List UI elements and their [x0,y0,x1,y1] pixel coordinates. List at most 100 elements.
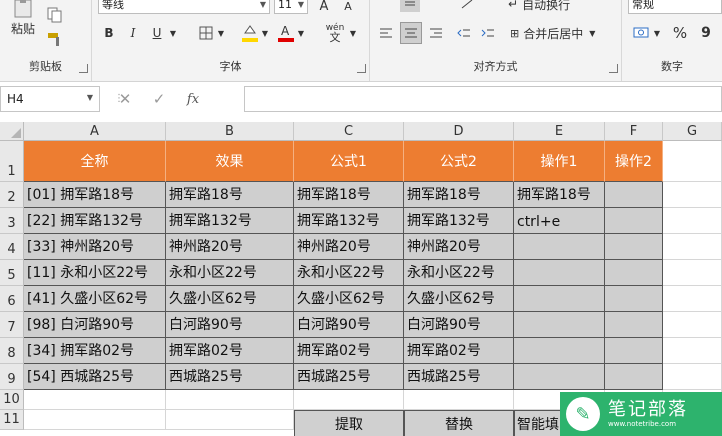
align-left-icon[interactable] [376,24,396,42]
row-header-3[interactable]: 3 [0,208,24,234]
table-cell[interactable]: 永和小区22号 [294,260,404,286]
alignment-launcher-icon[interactable] [609,64,618,73]
font-size-select[interactable]: 11 ▼ [274,0,308,14]
table-header-cell[interactable]: 操作2 [605,141,663,182]
table-cell[interactable]: 拥军路18号 [514,182,605,208]
row-header-10[interactable]: 10 [0,390,24,410]
table-cell[interactable]: 拥军路02号 [166,338,294,364]
table-cell[interactable] [605,208,663,234]
row-header-1[interactable]: 1 [0,141,24,182]
cell[interactable] [24,410,166,430]
table-cell[interactable]: 永和小区22号 [404,260,514,286]
cell[interactable] [294,390,404,410]
bold-button[interactable]: B [100,24,118,42]
row11-label-cell[interactable]: 提取 [294,410,404,436]
cell[interactable] [663,208,722,234]
wrap-text-button[interactable]: ↵ 自动换行 [508,0,608,12]
table-cell[interactable]: [34] 拥军路02号 [24,338,166,364]
table-cell[interactable]: [11] 永和小区22号 [24,260,166,286]
row-header-11[interactable]: 11 [0,410,24,430]
select-all-corner[interactable] [0,122,24,141]
row-header-5[interactable]: 5 [0,260,24,286]
cancel-icon[interactable]: ✕ [108,90,142,108]
table-cell[interactable]: 拥军路132号 [404,208,514,234]
table-cell[interactable]: 久盛小区62号 [294,286,404,312]
table-cell[interactable]: 拥军路02号 [294,338,404,364]
table-cell[interactable]: [98] 白河路90号 [24,312,166,338]
align-center-icon[interactable] [400,22,422,44]
italic-button[interactable]: I [124,24,142,42]
table-cell[interactable]: [22] 拥军路132号 [24,208,166,234]
fill-color-dropdown-icon[interactable]: ▼ [260,24,270,42]
table-cell[interactable]: 拥军路132号 [166,208,294,234]
font-color-icon[interactable]: A [276,22,296,44]
paste-button[interactable]: 粘贴 [8,20,38,36]
currency-icon[interactable] [630,24,652,42]
column-header-g[interactable]: G [663,122,722,141]
orientation-icon[interactable] [456,0,480,12]
font-launcher-icon[interactable] [357,64,366,73]
table-cell[interactable]: 西城路25号 [294,364,404,390]
table-cell[interactable] [605,286,663,312]
middle-align-icon[interactable] [400,0,420,12]
table-header-cell[interactable]: 全称 [24,141,166,182]
cell[interactable] [663,141,722,182]
column-header-b[interactable]: B [166,122,294,141]
shrink-font-button[interactable]: A [338,0,358,14]
percent-button[interactable]: % [670,24,690,42]
borders-dropdown-icon[interactable]: ▼ [216,24,226,42]
table-cell[interactable]: [41] 久盛小区62号 [24,286,166,312]
table-cell[interactable]: 神州路20号 [166,234,294,260]
table-cell[interactable] [514,338,605,364]
column-header-d[interactable]: D [404,122,514,141]
table-cell[interactable]: 久盛小区62号 [404,286,514,312]
table-cell[interactable] [514,260,605,286]
table-cell[interactable] [605,234,663,260]
table-header-cell[interactable]: 公式2 [404,141,514,182]
align-right-icon[interactable] [426,24,446,42]
table-header-cell[interactable]: 公式1 [294,141,404,182]
clipboard-launcher-icon[interactable] [79,64,88,73]
table-cell[interactable]: 永和小区22号 [166,260,294,286]
table-header-cell[interactable]: 效果 [166,141,294,182]
table-cell[interactable]: 西城路25号 [166,364,294,390]
increase-indent-icon[interactable] [478,24,498,42]
table-cell[interactable] [514,286,605,312]
copy-icon[interactable] [44,6,66,24]
table-cell[interactable]: 拥军路02号 [404,338,514,364]
cell[interactable] [663,364,722,390]
table-cell[interactable]: 拥军路132号 [294,208,404,234]
table-cell[interactable]: 神州路20号 [294,234,404,260]
table-cell[interactable] [514,234,605,260]
table-cell[interactable]: [33] 神州路20号 [24,234,166,260]
table-cell[interactable]: 白河路90号 [294,312,404,338]
format-painter-icon[interactable] [44,30,66,48]
table-cell[interactable]: 拥军路18号 [294,182,404,208]
cell[interactable] [663,338,722,364]
grow-font-button[interactable]: A [314,0,334,14]
table-cell[interactable]: [54] 西城路25号 [24,364,166,390]
formula-input[interactable] [244,86,722,112]
column-header-e[interactable]: E [514,122,605,141]
insert-function-icon[interactable]: fx [176,92,210,107]
cell[interactable] [663,312,722,338]
paste-icon[interactable] [10,0,36,18]
cell[interactable] [663,182,722,208]
underline-button[interactable]: U [148,24,166,42]
table-cell[interactable] [514,312,605,338]
column-header-a[interactable]: A [24,122,166,141]
table-cell[interactable] [605,312,663,338]
table-cell[interactable] [605,182,663,208]
row-header-8[interactable]: 8 [0,338,24,364]
fill-color-icon[interactable] [240,22,260,44]
row-header-9[interactable]: 9 [0,364,24,390]
underline-dropdown-icon[interactable]: ▼ [168,24,178,42]
table-cell[interactable] [514,364,605,390]
comma-style-button[interactable]: 9 [696,24,716,42]
table-header-cell[interactable]: 操作1 [514,141,605,182]
table-cell[interactable]: 西城路25号 [404,364,514,390]
row-header-2[interactable]: 2 [0,182,24,208]
font-name-select[interactable]: 等线 ▼ [98,0,270,14]
currency-dropdown-icon[interactable]: ▼ [652,24,662,42]
table-cell[interactable] [605,338,663,364]
